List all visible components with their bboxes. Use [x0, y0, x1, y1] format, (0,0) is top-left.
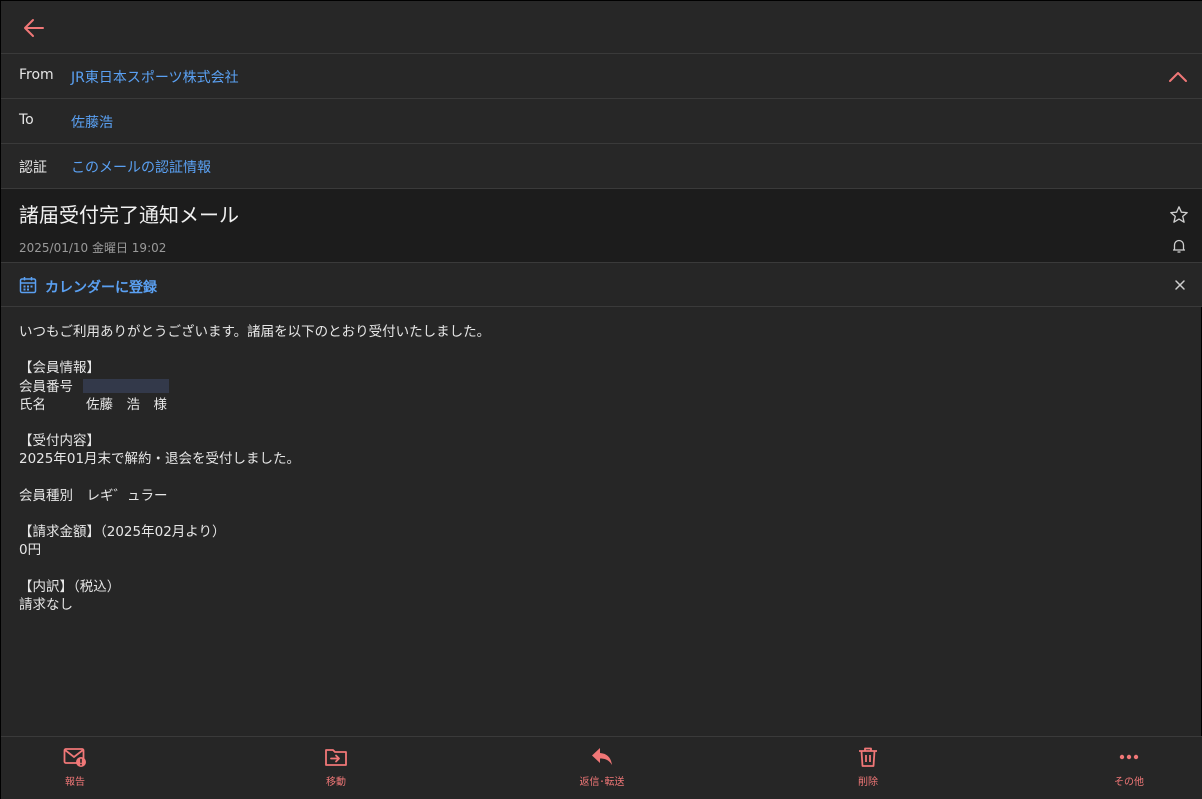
calendar-bar: カレンダーに登録	[1, 263, 1202, 307]
close-icon[interactable]	[1173, 278, 1187, 292]
more-label: その他	[1114, 777, 1144, 788]
name-value: 佐藤 浩 様	[86, 396, 167, 413]
reply-forward-button[interactable]: 返信･転送	[557, 745, 647, 788]
auth-info-link[interactable]: このメールの認証情報	[71, 157, 211, 177]
member-type-line: 会員種別 レギ゛ュラー	[19, 487, 168, 504]
top-bar	[1, 1, 1202, 54]
star-icon[interactable]	[1169, 205, 1189, 225]
more-dots-icon	[1119, 754, 1139, 760]
auth-row: 認証 このメールの認証情報	[1, 144, 1202, 189]
breakdown-text: 請求なし	[19, 596, 73, 613]
name-label: 氏名	[19, 396, 46, 413]
move-folder-icon	[325, 749, 347, 766]
billing-amount: 0円	[19, 542, 42, 559]
report-label: 報告	[65, 777, 85, 788]
breakdown-heading: 【内訳】（税込）	[19, 578, 121, 595]
message-datetime: 2025/01/10 金曜日 19:02	[19, 241, 167, 255]
reception-text: 2025年01月末で解約・退会を受付しました。	[19, 451, 301, 468]
from-row: From JR東日本スポーツ株式会社	[1, 54, 1202, 99]
move-label: 移動	[326, 777, 346, 788]
calendar-icon	[19, 277, 37, 294]
report-button[interactable]: 報告	[30, 745, 120, 788]
to-label: To	[19, 112, 34, 128]
back-arrow-icon[interactable]	[21, 15, 47, 41]
to-row: To 佐藤浩	[1, 99, 1202, 144]
move-button[interactable]: 移動	[291, 745, 381, 788]
subject-title: 諸届受付完了通知メール	[19, 203, 239, 227]
delete-label: 削除	[858, 777, 878, 788]
member-info-heading: 【会員情報】	[19, 360, 100, 377]
app-window: From JR東日本スポーツ株式会社 To 佐藤浩 認証 このメールの認証情報 …	[0, 0, 1202, 799]
more-button[interactable]: その他	[1084, 745, 1174, 788]
name-line: 氏名 佐藤 浩 様	[19, 396, 1179, 414]
auth-label: 認証	[19, 160, 47, 176]
add-to-calendar-button[interactable]: カレンダーに登録	[45, 277, 157, 297]
subject-area: 諸届受付完了通知メール 2025/01/10 金曜日 19:02	[1, 189, 1202, 263]
billing-heading: 【請求金額】（2025年02月より）	[19, 524, 226, 541]
reply-forward-label: 返信･転送	[579, 777, 625, 788]
message-body: いつもご利用ありがとうございます。諸届を以下のとおり受付いたしました。 【会員情…	[19, 323, 1179, 614]
report-mail-icon	[63, 748, 86, 767]
reception-heading: 【受付内容】	[19, 433, 100, 450]
chevron-up-icon[interactable]	[1167, 66, 1189, 88]
bell-icon[interactable]	[1171, 238, 1187, 254]
from-label: From	[19, 67, 54, 83]
bottom-toolbar: 報告 移動 返信･転送 削除 その他	[1, 736, 1202, 799]
greeting-text: いつもご利用ありがとうございます。諸届を以下のとおり受付いたしました。	[19, 324, 491, 340]
reply-icon	[592, 748, 612, 765]
from-sender[interactable]: JR東日本スポーツ株式会社	[71, 67, 239, 87]
trash-icon	[859, 747, 877, 767]
redacted-member-number	[83, 378, 169, 393]
delete-button[interactable]: 削除	[823, 745, 913, 788]
member-number-label: 会員番号	[19, 378, 73, 395]
to-recipient[interactable]: 佐藤浩	[71, 112, 113, 132]
member-number-line: 会員番号	[19, 378, 1179, 396]
